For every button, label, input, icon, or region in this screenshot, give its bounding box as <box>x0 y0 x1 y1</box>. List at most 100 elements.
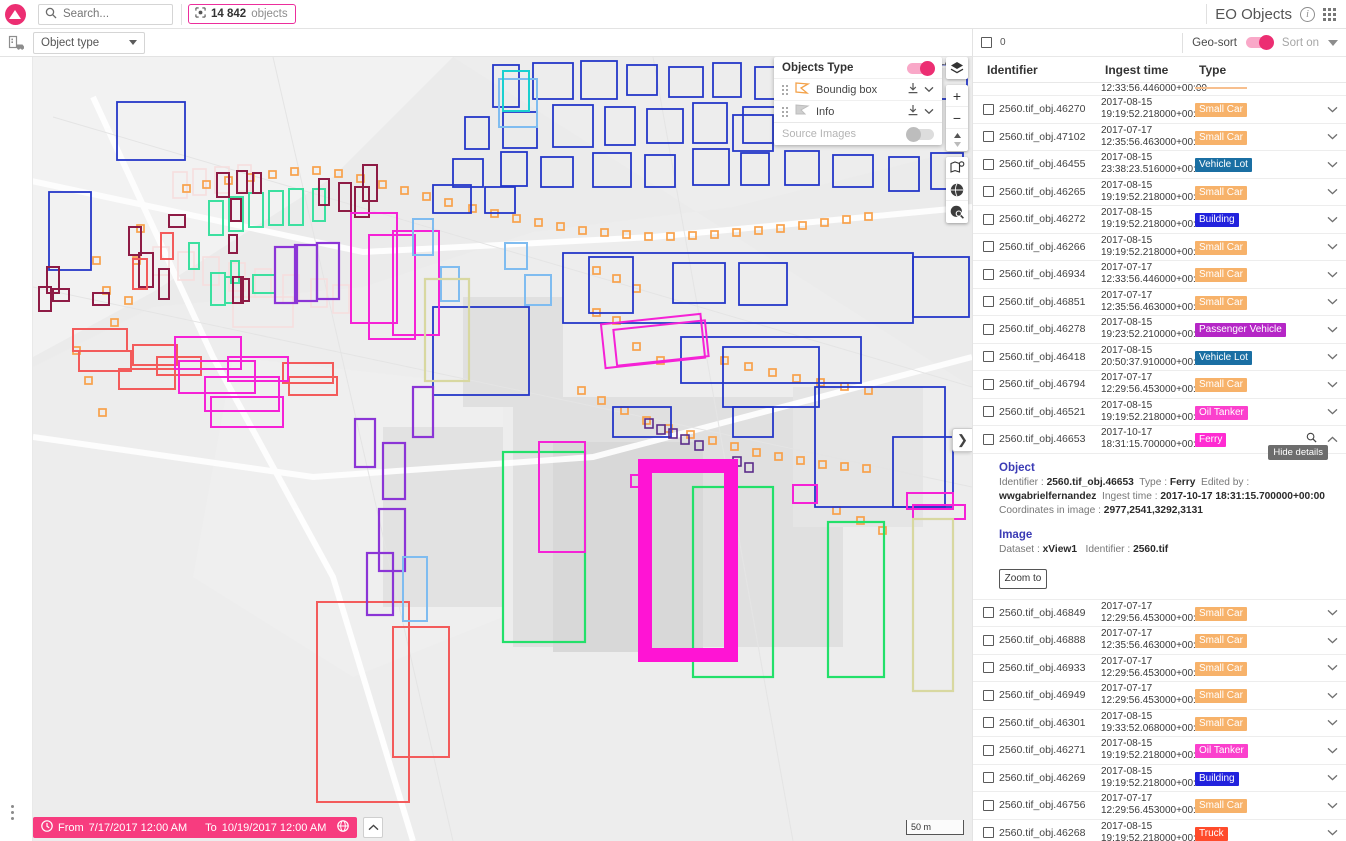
row-expand-toggle[interactable] <box>1318 133 1346 140</box>
sort-dropdown-icon[interactable] <box>1328 39 1338 46</box>
row-checkbox[interactable] <box>983 268 994 280</box>
table-row[interactable]: 2560.tif_obj.46278 2017-08-15 19:23:52.210… <box>973 316 1346 344</box>
row-checkbox[interactable] <box>983 323 994 335</box>
row-checkbox[interactable] <box>983 103 994 115</box>
row-checkbox[interactable] <box>983 689 994 701</box>
table-row[interactable]: 2560.tif_obj.46268 2017-08-15 19:19:52.218… <box>973 820 1346 841</box>
globe-icon[interactable] <box>946 179 968 201</box>
table-row[interactable]: 2560.tif_obj.46849 2017-07-17 12:29:56.453… <box>973 600 1346 627</box>
compass-icon[interactable] <box>946 129 968 151</box>
row-checkbox[interactable] <box>983 772 994 784</box>
layer-item-bounding-box[interactable]: Boundig box <box>774 78 942 100</box>
row-expand-toggle[interactable] <box>1318 243 1346 250</box>
row-expand-toggle[interactable] <box>1318 802 1346 809</box>
table-row[interactable]: 2560.tif_obj.46271 2017-08-15 19:19:52.218… <box>973 737 1346 765</box>
table-row[interactable]: 2560.tif_obj.46301 2017-08-15 19:33:52.068… <box>973 710 1346 737</box>
object-count-chip[interactable]: 14 842 objects <box>188 4 296 24</box>
objects-type-toggle[interactable] <box>907 60 935 76</box>
drag-handle-icon[interactable] <box>782 106 788 117</box>
row-expand-toggle[interactable] <box>1318 664 1346 671</box>
app-logo[interactable] <box>0 0 30 29</box>
zoom-to-object-icon[interactable] <box>1306 432 1317 446</box>
row-checkbox[interactable] <box>983 607 994 619</box>
layer-item-info[interactable]: Info <box>774 100 942 122</box>
collapse-list-toggle[interactable]: ❯ <box>952 428 972 452</box>
row-checkbox[interactable] <box>983 158 994 170</box>
row-expand-toggle[interactable] <box>1318 161 1346 168</box>
row-expand-toggle[interactable] <box>1318 188 1346 195</box>
download-icon[interactable] <box>908 82 918 97</box>
zoom-in-icon[interactable]: + <box>946 85 968 107</box>
table-row[interactable]: 2560.tif_obj.46455 2017-08-15 23:38:23.516… <box>973 151 1346 179</box>
row-checkbox[interactable] <box>983 213 994 225</box>
apps-grid-icon[interactable] <box>1323 7 1336 21</box>
row-expand-toggle[interactable] <box>1318 829 1346 836</box>
row-checkbox[interactable] <box>983 717 994 729</box>
row-checkbox[interactable] <box>983 744 994 756</box>
row-checkbox[interactable] <box>983 662 994 674</box>
row-expand-toggle[interactable] <box>1318 692 1346 699</box>
chevron-down-icon[interactable] <box>924 106 934 118</box>
row-expand-toggle[interactable] <box>1318 271 1346 278</box>
row-checkbox[interactable] <box>983 131 994 143</box>
table-row[interactable]: 2560.tif_obj.46265 2017-08-15 19:19:52.218… <box>973 179 1346 206</box>
row-checkbox[interactable] <box>983 634 994 646</box>
chevron-down-icon[interactable] <box>924 84 934 96</box>
table-row[interactable]: 2560.tif_obj.46851 2017-07-17 12:35:56.463… <box>973 289 1346 316</box>
table-row[interactable]: 2560.tif_obj.46270 2017-08-15 19:19:52.218… <box>973 96 1346 124</box>
row-checkbox[interactable] <box>983 406 994 418</box>
globe-search-icon[interactable] <box>946 201 968 223</box>
row-expand-toggle[interactable] <box>1318 637 1346 644</box>
row-checkbox[interactable] <box>983 351 994 363</box>
row-checkbox[interactable] <box>983 433 994 445</box>
table-row[interactable]: 2560.tif_obj.46933 2017-07-17 12:29:56.453… <box>973 655 1346 682</box>
row-expand-toggle[interactable] <box>1318 106 1346 113</box>
row-expand-toggle[interactable] <box>1318 719 1346 726</box>
table-row[interactable]: 2560.tif_obj.46756 2017-07-17 12:29:56.453… <box>973 792 1346 820</box>
row-checkbox[interactable] <box>983 827 994 839</box>
table-row[interactable]: 2560.tif_obj.46521 2017-08-15 19:19:52.218… <box>973 399 1346 426</box>
drag-handle-icon[interactable] <box>782 84 788 95</box>
table-row[interactable]: 2560.tif_obj.46418 2017-08-15 20:50:37.910… <box>973 344 1346 371</box>
layers-icon[interactable] <box>946 57 968 79</box>
row-checkbox[interactable] <box>983 296 994 308</box>
more-options-icon[interactable] <box>11 805 14 823</box>
row-expand-toggle[interactable] <box>1318 609 1346 616</box>
chevron-up-icon[interactable] <box>1327 432 1338 446</box>
row-checkbox[interactable] <box>983 241 994 253</box>
row-expand-toggle[interactable] <box>1318 326 1346 333</box>
row-checkbox[interactable] <box>983 799 994 811</box>
expand-timeline-button[interactable] <box>363 817 384 838</box>
geo-sort-toggle[interactable] <box>1245 35 1274 50</box>
table-row[interactable]: 2560.tif_obj.46794 2017-07-17 12:29:56.453… <box>973 371 1346 399</box>
row-expand-toggle[interactable] <box>1318 381 1346 388</box>
source-images-toggle[interactable] <box>906 126 934 142</box>
source-images-row[interactable]: Source Images <box>774 122 942 145</box>
table-row[interactable]: 2560.tif_obj.46934 2017-07-17 12:33:56.446… <box>973 261 1346 289</box>
info-icon[interactable]: i <box>1300 6 1315 22</box>
search-box[interactable] <box>38 3 173 25</box>
table-row[interactable]: 2560.tif_obj.46266 2017-08-15 19:19:52.218… <box>973 234 1346 261</box>
timezone-globe-icon[interactable] <box>337 820 350 835</box>
row-checkbox[interactable] <box>983 378 994 390</box>
row-expand-toggle[interactable] <box>1318 298 1346 305</box>
object-type-select[interactable]: Object type <box>33 31 145 54</box>
table-row[interactable]: 2560.tif_obj.46949 2017-07-17 12:29:56.453… <box>973 682 1346 710</box>
zoom-out-icon[interactable]: − <box>946 107 968 129</box>
map-settings-icon[interactable] <box>946 157 968 179</box>
table-row[interactable]: 2560.tif_obj.46272 2017-08-15 19:19:52.218… <box>973 206 1346 234</box>
date-range-chip[interactable]: From 7/17/2017 12:00 AM To 10/19/2017 12… <box>33 817 358 838</box>
row-expand-toggle[interactable] <box>1318 747 1346 754</box>
table-row[interactable]: 2560.tif_obj.46888 2017-07-17 12:35:56.463… <box>973 627 1346 655</box>
map-canvas[interactable]: Powered by ARLAS. Objects Type Boundig b… <box>33 57 972 841</box>
row-expand-toggle[interactable] <box>1318 353 1346 360</box>
row-expand-toggle[interactable] <box>1318 408 1346 415</box>
zoom-to-button[interactable]: Zoom to <box>999 568 1047 589</box>
row-expand-toggle[interactable] <box>1318 774 1346 781</box>
search-input[interactable] <box>61 7 172 21</box>
download-icon[interactable] <box>908 104 918 119</box>
table-row[interactable]: 2560.tif_obj.47102 2017-07-17 12:35:56.463… <box>973 124 1346 151</box>
row-expand-toggle[interactable] <box>1318 216 1346 223</box>
row-checkbox[interactable] <box>983 186 994 198</box>
table-row[interactable]: 2560.tif_obj.46269 2017-08-15 19:19:52.218… <box>973 765 1346 792</box>
